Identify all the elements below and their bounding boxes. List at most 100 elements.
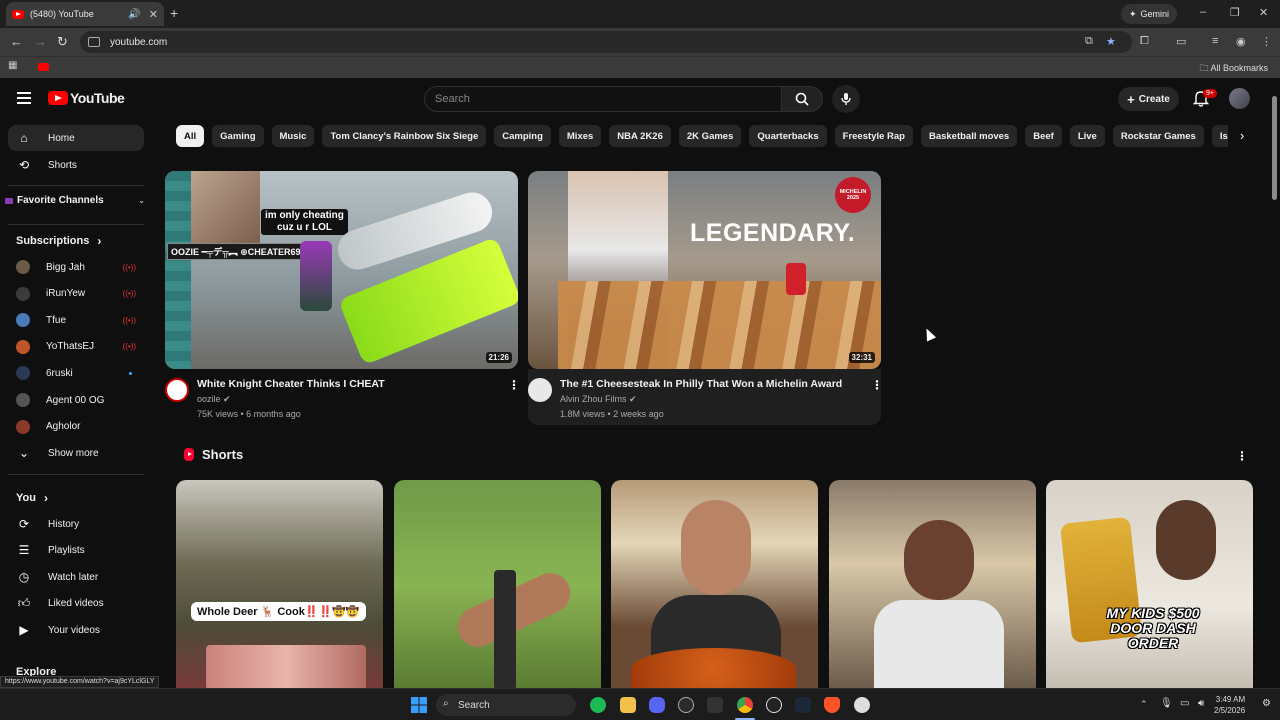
site-info-icon[interactable] [88, 37, 100, 47]
filter-chip[interactable]: Quarterbacks [749, 125, 827, 147]
brave-icon[interactable] [824, 697, 840, 713]
channel-avatar[interactable] [528, 378, 552, 402]
video-thumbnail[interactable]: im only cheating cuz u r LOL OOZIE ━╤デ╦︻… [165, 171, 518, 369]
filter-chip[interactable]: Beef [1025, 125, 1062, 147]
browser-tab-youtube[interactable]: (5480) YouTube 🔊 ✕ [6, 2, 164, 26]
volume-icon[interactable]: 🔊︎ [1198, 698, 1204, 709]
obs-icon[interactable] [854, 697, 870, 713]
voice-search-button[interactable] [832, 85, 860, 113]
chrome-icon[interactable] [737, 697, 753, 713]
subscription-item[interactable]: iRunYew ((•)) [8, 281, 144, 307]
filter-chip[interactable]: Gaming [212, 125, 264, 147]
subscription-item[interactable]: Agent 00 OG [8, 387, 144, 413]
filter-chip[interactable]: 2K Games [678, 125, 742, 147]
video-title[interactable]: The #1 Cheesesteak In Philly That Won a … [560, 378, 842, 390]
page-scrollbar[interactable] [1270, 84, 1278, 684]
youtube-logo[interactable]: YouTube [48, 90, 125, 106]
channel-name[interactable]: oozile ✔ [197, 394, 231, 405]
filter-chip[interactable]: Rockstar Games [1112, 125, 1204, 147]
subscription-item[interactable]: Bigg Jah ((•)) [8, 254, 144, 280]
video-thumbnail[interactable]: LEGENDARY. MICHELIN 2025 32:31 [528, 171, 881, 369]
sidebar-item-home[interactable]: ⌂ Home [8, 125, 144, 151]
discord-icon[interactable] [649, 697, 665, 713]
sidebar-item-watch-later[interactable]: ◷ Watch later [8, 564, 144, 590]
filter-chip[interactable]: Mixes [558, 125, 602, 147]
all-bookmarks[interactable]: 🗀 All Bookmarks [1199, 61, 1268, 77]
close-tab-icon[interactable]: ✕ [149, 8, 158, 21]
channel-name[interactable]: Alvin Zhou Films ✔ [560, 394, 637, 405]
windows-start-icon[interactable] [411, 697, 427, 713]
short-card[interactable] [611, 480, 818, 690]
chevron-right-icon[interactable]: › [1240, 128, 1244, 143]
sidebar-item-playlists[interactable]: ☰ Playlists [8, 537, 144, 563]
create-button[interactable]: + Create [1118, 87, 1179, 111]
taskbar-search[interactable]: ⌕ Search [436, 694, 576, 716]
youtube-bookmark-icon[interactable] [38, 63, 49, 71]
chevron-up-icon[interactable]: ⌃ [1140, 699, 1148, 710]
more-actions-icon[interactable]: ⋮ [508, 378, 520, 392]
xbox-icon[interactable] [678, 697, 694, 713]
subscription-item[interactable]: Agholor [8, 414, 144, 440]
split-view-icon[interactable]: ▭ [1176, 35, 1186, 48]
restore-icon[interactable]: ❐ [1230, 6, 1240, 19]
reload-icon[interactable]: ↻ [57, 34, 68, 50]
filter-chip[interactable]: Camping [494, 125, 551, 147]
minimize-icon[interactable]: – [1200, 6, 1206, 18]
short-card[interactable] [829, 480, 1036, 690]
filter-chip[interactable]: Freestyle Rap [834, 125, 913, 147]
more-actions-icon[interactable]: ⋮ [871, 378, 883, 392]
notification-center-icon[interactable]: ⚙︎ [1262, 698, 1271, 709]
channel-avatar[interactable] [165, 378, 189, 402]
account-avatar[interactable] [1229, 88, 1250, 109]
media-controls-icon[interactable]: ≡ [1212, 35, 1218, 47]
filter-chip[interactable]: Live [1069, 125, 1105, 147]
back-icon[interactable]: ← [10, 34, 23, 49]
sidebar-item-your-videos[interactable]: ▶ Your videos [8, 617, 144, 643]
sidebar-item-history[interactable]: ⟳ History [8, 511, 144, 537]
speaker-icon[interactable]: 🔊 [128, 9, 140, 20]
show-more-button[interactable]: ⌄ Show more [8, 440, 144, 466]
gemini-button[interactable]: ✦ Gemini [1121, 4, 1178, 24]
filter-chip[interactable]: Basketball moves [920, 125, 1018, 147]
short-card[interactable] [394, 480, 601, 690]
window-close-icon[interactable]: ✕ [1259, 6, 1268, 19]
bookmark-star-icon[interactable]: ★ [1106, 35, 1116, 48]
extensions-icon[interactable]: ⧠ [1140, 35, 1149, 48]
spotify-icon[interactable] [590, 697, 606, 713]
short-card[interactable]: MY KIDS $500 DOOR DASH ORDER [1046, 480, 1253, 690]
sidebar-item-shorts[interactable]: ⟲ Shorts [8, 152, 144, 178]
filter-chip[interactable]: All [176, 125, 205, 147]
apps-grid-icon[interactable]: ▦ [8, 60, 17, 71]
search-button[interactable] [781, 86, 823, 112]
filter-chip[interactable]: Music [271, 125, 315, 147]
guide-menu-icon[interactable] [17, 92, 31, 104]
filter-chip[interactable]: NBA 2K26 [609, 125, 671, 147]
subscriptions-header[interactable]: Subscriptions › [16, 234, 101, 248]
shelf-menu-icon[interactable]: ⋮ [1236, 449, 1248, 463]
profile-icon[interactable]: ◉ [1236, 35, 1246, 48]
epic-games-icon[interactable] [707, 697, 723, 713]
forward-icon[interactable]: → [34, 34, 47, 49]
short-card[interactable]: Whole Deer 🦌 Cook‼️‼️🤠🤠 [176, 480, 383, 690]
sidebar-item-liked-videos[interactable]: 👍︎ Liked videos [8, 590, 144, 616]
subscription-item[interactable]: Tfue ((•)) [8, 307, 144, 333]
subscription-item[interactable]: 6ruski [8, 360, 144, 386]
microphone-icon[interactable]: 🎙︎ [1160, 698, 1173, 709]
you-header[interactable]: You › [16, 491, 48, 505]
video-title[interactable]: White Knight Cheater Thinks I CHEAT [197, 378, 385, 390]
menu-icon[interactable]: ⋮ [1261, 35, 1272, 48]
search-input[interactable]: Search [424, 86, 782, 112]
subscription-item[interactable]: YoThatsEJ ((•)) [8, 334, 144, 360]
install-app-icon[interactable]: ⧉ [1085, 35, 1093, 48]
app-icon[interactable] [766, 697, 782, 713]
steam-icon[interactable] [795, 697, 811, 713]
filter-chip[interactable]: Islands [1211, 125, 1228, 147]
favorite-channels-header[interactable]: Favorite Channels ⌄ [5, 195, 145, 206]
address-bar[interactable]: youtube.com [80, 31, 1132, 53]
scrollbar-thumb[interactable] [1272, 96, 1277, 200]
new-tab-button[interactable]: + [170, 5, 178, 21]
network-icon[interactable]: ▭ [1180, 698, 1189, 709]
file-explorer-icon[interactable] [620, 697, 636, 713]
system-clock[interactable]: 3:49 AM 2/5/2026 [1214, 694, 1245, 716]
filter-chip[interactable]: Tom Clancy's Rainbow Six Siege [322, 125, 487, 147]
